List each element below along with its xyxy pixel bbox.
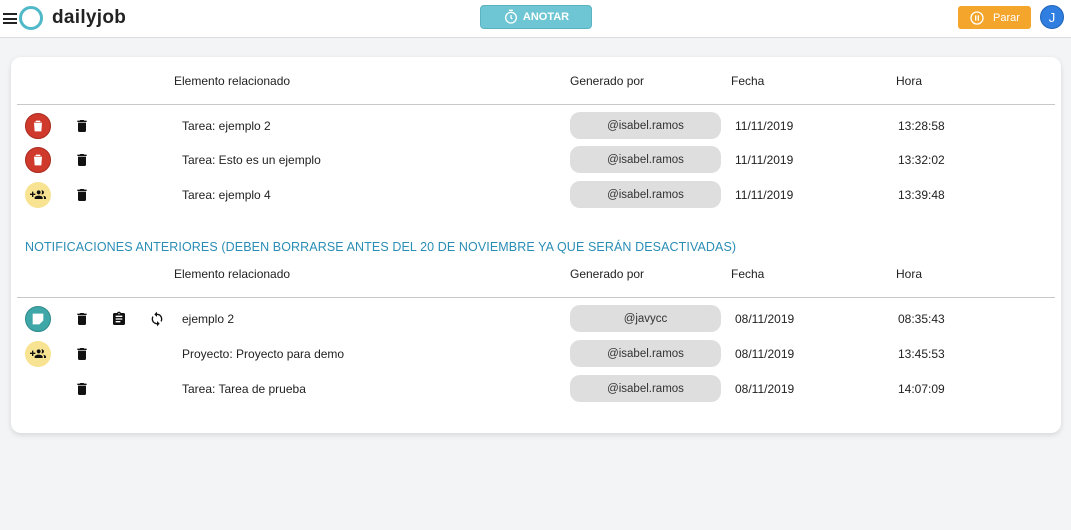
col-hora-header: Hora xyxy=(896,267,923,281)
table-row: Tarea: ejemplo 2 @isabel.ramos 11/11/201… xyxy=(11,111,1061,141)
delete-button[interactable] xyxy=(73,186,91,204)
trash-icon xyxy=(25,147,51,173)
hora-text: 08:35:43 xyxy=(898,312,945,326)
col-generado-header: Generado por xyxy=(570,74,645,88)
elemento-text: Tarea: ejemplo 2 xyxy=(182,119,271,133)
table-row: Tarea: Esto es un ejemplo @isabel.ramos … xyxy=(11,145,1061,175)
elemento-text: Tarea: ejemplo 4 xyxy=(182,188,271,202)
user-avatar[interactable]: J xyxy=(1040,5,1064,29)
elemento-text: Tarea: Tarea de prueba xyxy=(182,382,306,396)
table-row: Tarea: Tarea de prueba @isabel.ramos 08/… xyxy=(11,374,1061,404)
elemento-text: Tarea: Esto es un ejemplo xyxy=(182,153,321,167)
clipboard-icon xyxy=(113,311,125,325)
col-fecha-header: Fecha xyxy=(731,267,765,281)
col-elemento-header: Elemento relacionado xyxy=(174,267,291,281)
hora-text: 14:07:09 xyxy=(898,382,945,396)
app-name: dailyjob xyxy=(52,7,127,28)
fecha-text: 08/11/2019 xyxy=(735,312,795,326)
user-chip: @isabel.ramos xyxy=(570,340,721,367)
elemento-text: ejemplo 2 xyxy=(182,312,235,326)
fecha-text: 11/11/2019 xyxy=(735,188,794,202)
user-chip: @isabel.ramos xyxy=(570,181,721,208)
fecha-text: 08/11/2019 xyxy=(735,347,795,361)
previous-notifications-title: NOTIFICACIONES ANTERIORES (DEBEN BORRARS… xyxy=(25,240,737,254)
sync-icon xyxy=(151,311,163,327)
trash-icon xyxy=(25,113,51,139)
header-divider xyxy=(17,297,1055,298)
fecha-text: 11/11/2019 xyxy=(735,153,794,167)
hora-text: 13:39:48 xyxy=(898,188,945,202)
delete-button[interactable] xyxy=(73,380,91,398)
trash-icon xyxy=(77,313,87,325)
user-chip: @isabel.ramos xyxy=(570,112,721,139)
assignment-button[interactable] xyxy=(110,310,128,328)
user-chip: @javycc xyxy=(570,305,721,332)
col-generado-header: Generado por xyxy=(570,267,645,281)
hora-text: 13:32:02 xyxy=(898,153,945,167)
anotar-button[interactable]: ANOTAR xyxy=(480,5,592,29)
stopwatch-icon xyxy=(504,9,517,24)
trash-icon xyxy=(77,120,87,132)
trash-icon xyxy=(77,383,87,395)
delete-button[interactable] xyxy=(73,345,91,363)
table-row: ejemplo 2 @javycc 08/11/2019 08:35:43 xyxy=(11,304,1061,334)
hora-text: 13:28:58 xyxy=(898,119,945,133)
group-add-icon xyxy=(25,341,51,367)
col-elemento-header: Elemento relacionado xyxy=(174,74,291,88)
delete-button[interactable] xyxy=(73,310,91,328)
table-row: Tarea: ejemplo 4 @isabel.ramos 11/11/201… xyxy=(11,180,1061,210)
hora-text: 13:45:53 xyxy=(898,347,945,361)
note-icon xyxy=(25,306,51,332)
fecha-text: 08/11/2019 xyxy=(735,382,795,396)
fecha-text: 11/11/2019 xyxy=(735,119,794,133)
hamburger-menu-icon[interactable] xyxy=(3,13,17,24)
parar-label: Parar xyxy=(993,11,1020,24)
sync-button[interactable] xyxy=(148,310,166,328)
col-hora-header: Hora xyxy=(896,74,923,88)
trash-icon xyxy=(77,348,87,360)
pause-circle-icon xyxy=(970,10,984,25)
group-add-icon xyxy=(25,182,51,208)
elemento-text: Proyecto: Proyecto para demo xyxy=(182,347,345,361)
dailyjob-logo-icon xyxy=(19,6,43,30)
anotar-label: ANOTAR xyxy=(522,11,570,23)
trash-icon xyxy=(77,154,87,166)
delete-button[interactable] xyxy=(73,151,91,169)
trash-icon xyxy=(77,189,87,201)
user-chip: @isabel.ramos xyxy=(570,146,721,173)
col-fecha-header: Fecha xyxy=(731,74,765,88)
delete-button[interactable] xyxy=(73,117,91,135)
header-divider xyxy=(17,104,1055,105)
notifications-card: Elemento relacionado Generado por Fecha … xyxy=(11,57,1061,433)
user-chip: @isabel.ramos xyxy=(570,375,721,402)
parar-button[interactable]: Parar xyxy=(958,6,1031,29)
table-row: Proyecto: Proyecto para demo @isabel.ram… xyxy=(11,339,1061,369)
top-bar: dailyjob ANOTAR Parar J xyxy=(0,0,1071,38)
